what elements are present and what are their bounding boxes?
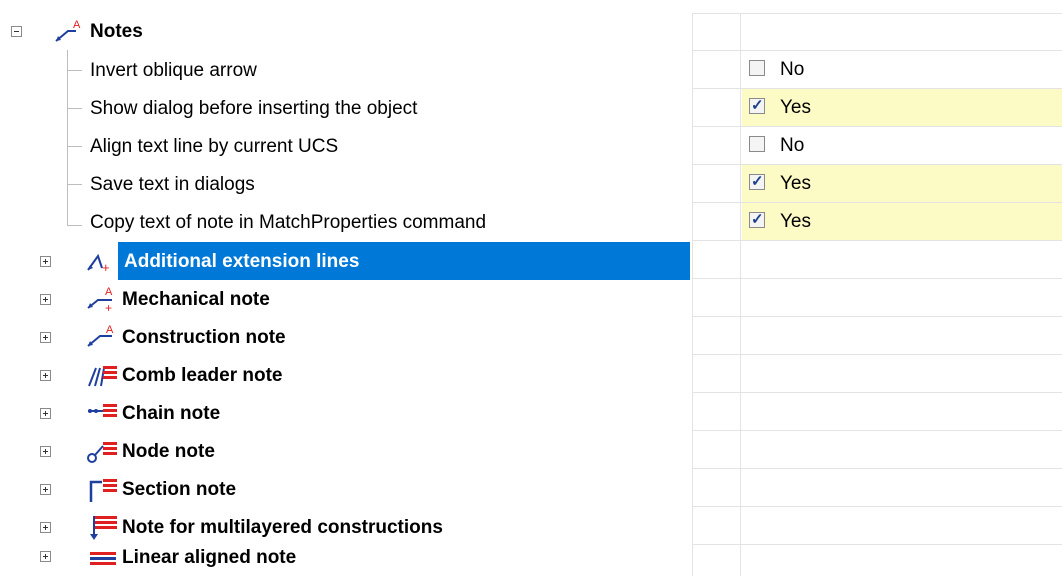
property-value-cell[interactable]: ✓ Yes (742, 203, 1062, 240)
tree-node-label: Chain note (122, 403, 221, 424)
tree-node-label: Additional extension lines (124, 251, 360, 272)
property-value: Yes (780, 211, 811, 232)
svg-text:+: + (102, 260, 110, 275)
property-row[interactable]: Align text line by current UCS No (0, 127, 1062, 165)
tree-node-multilayer-note[interactable]: Note for multilayered constructions (0, 508, 1062, 546)
mechanical-note-icon: A + (86, 284, 120, 315)
comb-leader-note-icon (86, 360, 120, 390)
property-value: Yes (780, 173, 811, 194)
checkbox[interactable] (749, 136, 765, 152)
tree-node-label: Note for multilayered constructions (122, 517, 443, 538)
checkbox-checked[interactable]: ✓ (749, 211, 765, 228)
tree-node-linear-aligned-note[interactable]: Linear aligned note (0, 546, 1062, 584)
svg-text:A: A (106, 324, 114, 336)
expand-toggle[interactable] (40, 294, 51, 305)
checkbox[interactable] (749, 60, 765, 76)
tree-node-label: Notes (90, 21, 143, 42)
property-label: Copy text of note in MatchProperties com… (90, 212, 487, 233)
tree-node-label: Node note (122, 441, 215, 462)
extension-lines-icon: + (86, 246, 120, 276)
chain-note-icon (86, 398, 120, 428)
property-value-cell[interactable]: ✓ Yes (742, 89, 1062, 126)
property-row[interactable]: Invert oblique arrow No (0, 51, 1062, 89)
expand-toggle[interactable] (40, 408, 51, 419)
tree-node-label: Construction note (122, 327, 286, 348)
tree-node-notes[interactable]: A Notes (0, 13, 1062, 51)
tree-node-label: Comb leader note (122, 365, 283, 386)
expand-toggle[interactable] (40, 522, 51, 533)
property-row[interactable]: Show dialog before inserting the object … (0, 89, 1062, 127)
expand-toggle[interactable] (40, 551, 51, 562)
tree-node-additional-extension-lines[interactable]: + Additional extension lines (0, 242, 1062, 280)
tree-node-chain-note[interactable]: Chain note (0, 394, 1062, 432)
collapse-toggle[interactable] (11, 26, 22, 37)
linear-aligned-note-icon (86, 544, 120, 574)
tree-node-label: Linear aligned note (122, 547, 297, 568)
property-value-cell[interactable]: No (742, 51, 1062, 88)
checkbox-checked[interactable]: ✓ (749, 97, 765, 114)
tree-node-label: Mechanical note (122, 289, 270, 310)
tree-node-label: Section note (122, 479, 237, 500)
expand-toggle[interactable] (40, 256, 51, 267)
tree-node-section-note[interactable]: Section note (0, 470, 1062, 508)
tree-node-mechanical-note[interactable]: A + Mechanical note (0, 280, 1062, 318)
property-value: No (780, 59, 805, 80)
svg-text:A: A (105, 286, 113, 298)
section-note-icon (86, 474, 120, 504)
tree-node-node-note[interactable]: Node note (0, 432, 1062, 470)
checkmark-icon: ✓ (751, 97, 764, 114)
checkmark-icon: ✓ (751, 211, 764, 228)
construction-note-icon: A (54, 17, 88, 47)
property-value: No (780, 135, 805, 156)
tree-node-comb-leader-note[interactable]: Comb leader note (0, 356, 1062, 394)
construction-note-icon: A (86, 322, 120, 352)
property-row[interactable]: Save text in dialogs ✓ Yes (0, 165, 1062, 203)
node-note-icon (86, 436, 120, 466)
expand-toggle[interactable] (40, 446, 51, 457)
property-value: Yes (780, 97, 811, 118)
svg-text:A: A (73, 19, 81, 31)
svg-text:+: + (105, 301, 112, 314)
property-row[interactable]: Copy text of note in MatchProperties com… (0, 203, 1062, 241)
expand-toggle[interactable] (40, 484, 51, 495)
property-value-cell[interactable]: No (742, 127, 1062, 164)
property-value-cell[interactable]: ✓ Yes (742, 165, 1062, 202)
tree-node-construction-note[interactable]: A Construction note (0, 318, 1062, 356)
expand-toggle[interactable] (40, 370, 51, 381)
expand-toggle[interactable] (40, 332, 51, 343)
property-label: Save text in dialogs (90, 174, 255, 195)
property-label: Invert oblique arrow (90, 60, 257, 81)
multilayer-note-icon (86, 512, 120, 542)
property-label: Align text line by current UCS (90, 136, 339, 157)
property-label: Show dialog before inserting the object (90, 98, 418, 119)
checkbox-checked[interactable]: ✓ (749, 173, 765, 190)
checkmark-icon: ✓ (751, 173, 764, 190)
